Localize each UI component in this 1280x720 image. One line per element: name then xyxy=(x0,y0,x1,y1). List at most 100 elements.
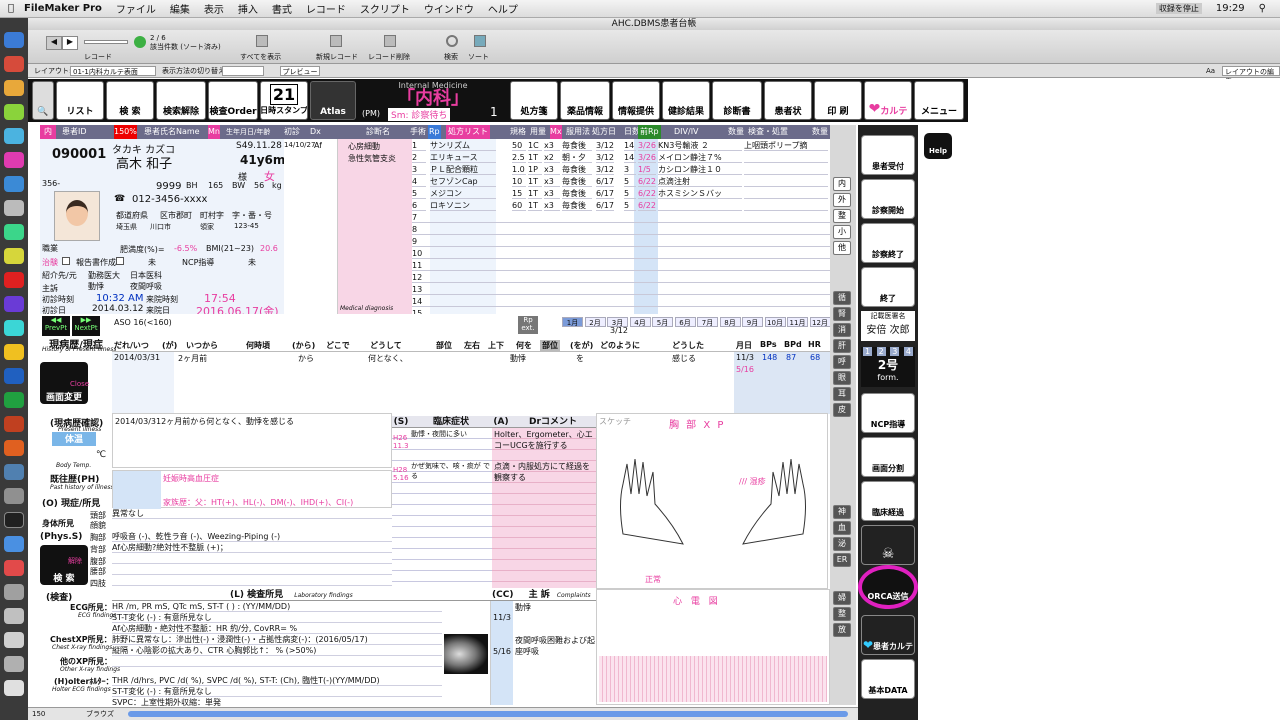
rx-cell-name[interactable]: メジコン xyxy=(430,188,496,199)
font-size-button[interactable]: Aa xyxy=(1206,64,1215,78)
category-tag[interactable]: 整 xyxy=(833,607,851,621)
past-family[interactable]: 家族歴：父：HT(+)、HL(-)、DM(-)、IHD(+)、CI(-) xyxy=(163,497,353,508)
atlas-button[interactable]: Atlas xyxy=(310,81,356,120)
rx-cell-name[interactable]: エリキュース xyxy=(430,152,496,163)
view-switch-buttons[interactable] xyxy=(222,66,264,76)
category-tag[interactable]: 耳 xyxy=(833,387,851,401)
category-tag[interactable]: 内 xyxy=(833,177,851,191)
recording-status[interactable]: 収録を停止 xyxy=(1155,3,1202,14)
menu-records[interactable]: レコード xyxy=(306,1,346,16)
dock-app-icon[interactable] xyxy=(4,584,24,600)
rx-empty-row[interactable]: 13 xyxy=(412,284,830,295)
present-illness-text[interactable]: 2014/03/312ヶ月前から何となく、動悸を感じる xyxy=(115,416,294,427)
rx-empty-row[interactable]: 10 xyxy=(412,248,830,259)
rx-empty-row[interactable]: 12 xyxy=(412,272,830,283)
month-tab[interactable]: 10月 xyxy=(764,317,786,327)
dock-app-icon[interactable] xyxy=(4,56,24,72)
dock-app-icon[interactable] xyxy=(4,128,24,144)
rx-cell-name[interactable]: サンリズム xyxy=(430,140,496,151)
category-tag[interactable]: 外 xyxy=(833,193,851,207)
category-tag[interactable]: 腎 xyxy=(833,307,851,321)
holter-row-2[interactable]: ST-T変化 (-) : 有意所見なし xyxy=(112,686,442,697)
dock-app-icon[interactable] xyxy=(4,200,24,216)
cc-text-2[interactable]: 夜間呼吸困難および起座呼吸 xyxy=(515,635,595,657)
rx-cell-name[interactable]: ＰＬ配合顆粒 xyxy=(430,164,496,175)
rx-cell-name[interactable]: セフゾンCap xyxy=(430,176,496,187)
form-number-box[interactable]: 1 2 3 4 2号 form. xyxy=(861,347,915,387)
list-button[interactable]: リスト xyxy=(56,81,104,120)
new-record-button[interactable]: 新規レコード xyxy=(316,52,358,62)
menu-scripts[interactable]: スクリプト xyxy=(360,1,410,16)
dock-app-icon[interactable] xyxy=(4,392,24,408)
exam-start-button[interactable]: 診察開始 xyxy=(861,179,915,219)
menu-help[interactable]: ヘルプ xyxy=(488,1,518,16)
spotlight-icon[interactable]: ⚲ xyxy=(1259,3,1266,14)
dock-app-icon[interactable] xyxy=(4,608,24,624)
dock-app-icon[interactable] xyxy=(4,536,24,552)
month-tab[interactable]: 11月 xyxy=(787,317,808,327)
drug-info-button[interactable]: 薬品情報 xyxy=(560,81,610,120)
layout-select[interactable]: 01-1内科カルテ表面 xyxy=(70,66,156,76)
info-provide-button[interactable]: 情報提供 xyxy=(612,81,660,120)
exam-breath-value[interactable]: 呼吸音 (-)、乾性ラ音 (-)、Weezing-Piping (-) xyxy=(112,531,392,542)
symptom-1[interactable]: 動悸・夜間に多い xyxy=(411,429,467,439)
visit-status[interactable]: Sm: 診察待ち xyxy=(388,108,451,121)
month-tab[interactable]: 4月 xyxy=(629,317,651,327)
dock-app-icon[interactable] xyxy=(4,104,24,120)
help-button[interactable]: Help xyxy=(924,133,952,159)
category-tag[interactable]: 肝 xyxy=(833,339,851,353)
menu-button[interactable]: メニュー xyxy=(914,81,964,120)
category-tag[interactable]: 循 xyxy=(833,291,851,305)
month-tab[interactable]: 9月 xyxy=(742,317,763,327)
patient-reception-button[interactable]: 患者受付 xyxy=(861,135,915,175)
nav-home-button[interactable]: 🔍 xyxy=(32,81,54,120)
dock-app-icon[interactable] xyxy=(4,440,24,456)
category-tag[interactable]: 血 xyxy=(833,521,851,535)
menu-edit[interactable]: 編集 xyxy=(170,1,190,16)
health-result-button[interactable]: 健診結果 xyxy=(662,81,710,120)
app-name[interactable]: FileMaker Pro xyxy=(24,3,102,14)
dock-app-icon[interactable] xyxy=(4,296,24,312)
month-tab[interactable]: 2月 xyxy=(584,317,606,327)
record-slider[interactable] xyxy=(84,40,128,44)
dock-app-icon[interactable] xyxy=(4,248,24,264)
print-button[interactable]: 印 刷 xyxy=(814,81,862,120)
delete-record-icon[interactable] xyxy=(384,35,396,47)
month-tab[interactable]: 3月 xyxy=(607,317,628,327)
xp-row-2[interactable]: 縦隔・心陰影の拡大あり、CTR 心胸郭比↑： % (>50%) xyxy=(112,645,442,656)
holter-row-1[interactable]: THR /d/hrs, PVC /d( %), SVPC /d( %), ST-… xyxy=(112,675,442,686)
category-tag[interactable]: 神 xyxy=(833,505,851,519)
exam-blank[interactable] xyxy=(112,575,392,586)
category-tag[interactable]: 眼 xyxy=(833,371,851,385)
sort-icon[interactable] xyxy=(474,35,486,47)
dock-app-icon[interactable] xyxy=(4,80,24,96)
dock-app-icon[interactable] xyxy=(4,656,24,672)
apple-icon[interactable]:  xyxy=(8,3,14,14)
day-stamp-button[interactable]: 21 日時スタンプ xyxy=(260,81,308,120)
sort-button[interactable]: ソート xyxy=(468,52,489,62)
category-tag[interactable]: 放 xyxy=(833,623,851,637)
rx-cell-name[interactable]: ロキソニン xyxy=(430,200,496,211)
find-button[interactable]: 検 索 xyxy=(106,81,154,120)
preview-button[interactable]: プレビュー xyxy=(280,66,320,76)
menu-window[interactable]: ウインドウ xyxy=(424,1,474,16)
find-icon[interactable] xyxy=(446,35,458,47)
dock-app-icon[interactable] xyxy=(4,632,24,648)
clock[interactable]: 19:29 xyxy=(1216,3,1245,14)
exam-blank[interactable] xyxy=(112,553,392,564)
dock-app-icon[interactable] xyxy=(4,176,24,192)
dr-comment-1[interactable]: Holter、Ergometer、心エコーUCGを施行する xyxy=(494,429,594,451)
month-tab[interactable]: 12月 xyxy=(809,317,831,327)
prescription-button[interactable]: 処方箋 xyxy=(510,81,558,120)
orca-send-button[interactable]: ORCA送信 xyxy=(858,565,918,609)
month-tab[interactable]: 5月 xyxy=(652,317,673,327)
trash-icon[interactable] xyxy=(4,680,24,696)
category-tag[interactable]: 他 xyxy=(833,241,851,255)
basic-data-button[interactable]: 基本DATA xyxy=(861,659,915,699)
exam-order-button[interactable]: 検査Order xyxy=(208,81,258,120)
new-record-icon[interactable] xyxy=(330,35,342,47)
dock-app-icon[interactable] xyxy=(4,224,24,240)
category-tag[interactable]: 呼 xyxy=(833,355,851,369)
show-all-button[interactable]: すべてを表示 xyxy=(240,52,281,62)
rp-ext-button[interactable]: Rp ext. xyxy=(518,316,538,334)
